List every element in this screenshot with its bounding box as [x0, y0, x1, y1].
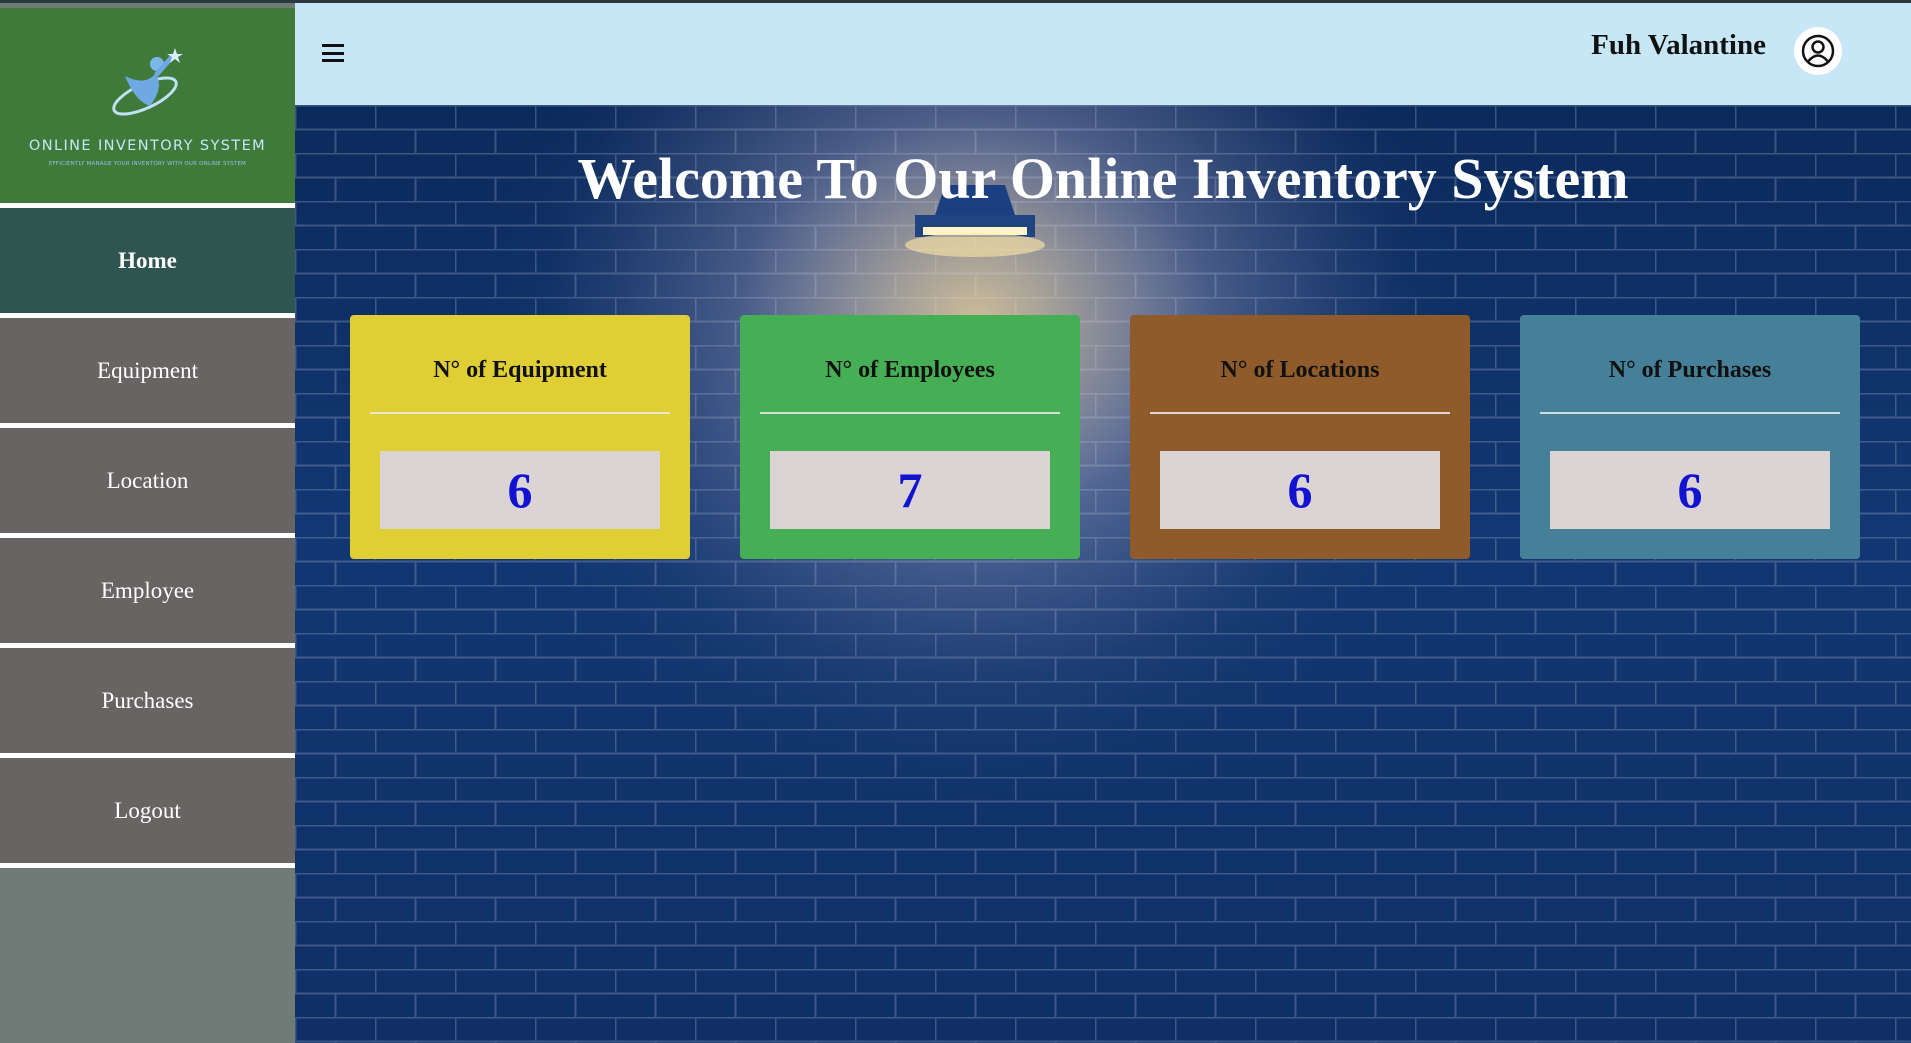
brick-wall-background — [295, 105, 1911, 1043]
avatar-glyph — [1801, 34, 1835, 68]
card-divider — [1150, 412, 1450, 414]
stat-card-purchases[interactable]: N° of Purchases 6 — [1520, 315, 1860, 559]
sidebar: ONLINE INVENTORY SYSTEM EFFICIENTLY MANA… — [0, 3, 295, 1043]
sidebar-item-label: Equipment — [97, 357, 198, 383]
hamburger-icon[interactable] — [322, 44, 344, 62]
card-value: 6 — [1550, 451, 1830, 529]
card-divider — [760, 412, 1060, 414]
sidebar-item-home[interactable]: Home — [0, 208, 295, 313]
stat-card-equipment[interactable]: N° of Equipment 6 — [350, 315, 690, 559]
sidebar-item-employee[interactable]: Employee — [0, 538, 295, 643]
sidebar-item-equipment[interactable]: Equipment — [0, 318, 295, 423]
card-value: 6 — [1160, 451, 1440, 529]
card-value: 7 — [770, 451, 1050, 529]
stat-card-locations[interactable]: N° of Locations 6 — [1130, 315, 1470, 559]
welcome-heading: Welcome To Our Online Inventory System — [577, 146, 1629, 211]
user-circle-icon[interactable] — [1794, 27, 1842, 75]
username: Fuh Valantine — [1591, 29, 1766, 61]
card-title: N° of Locations — [1220, 357, 1380, 383]
card-title: N° of Equipment — [433, 357, 607, 383]
logo-title: ONLINE INVENTORY SYSTEM — [28, 138, 267, 154]
sidebar-item-label: Location — [106, 467, 189, 493]
sidebar-item-location[interactable]: Location — [0, 428, 295, 533]
card-title: N° of Purchases — [1608, 357, 1772, 383]
top-header: Fuh Valantine — [295, 3, 1911, 105]
sidebar-item-label: Logout — [114, 797, 181, 823]
sidebar-item-logout[interactable]: Logout — [0, 758, 295, 863]
logo-subtitle: EFFICIENTLY MANAGE YOUR INVENTORY WITH O… — [48, 161, 247, 167]
sidebar-item-label: Home — [118, 247, 177, 273]
main-content: Welcome To Our Online Inventory System N… — [295, 105, 1911, 1043]
card-title: N° of Employees — [825, 357, 995, 383]
logo[interactable]: ONLINE INVENTORY SYSTEM EFFICIENTLY MANA… — [0, 8, 295, 203]
sidebar-item-purchases[interactable]: Purchases — [0, 648, 295, 753]
stat-card-employees[interactable]: N° of Employees 7 — [740, 315, 1080, 559]
app-window: ONLINE INVENTORY SYSTEM EFFICIENTLY MANA… — [0, 0, 1911, 1043]
card-divider — [370, 412, 670, 414]
logo-icon — [112, 48, 183, 116]
sidebar-item-label: Employee — [100, 577, 195, 603]
sidebar-item-label: Purchases — [101, 687, 194, 713]
card-divider — [1540, 412, 1840, 414]
card-value: 6 — [380, 451, 660, 529]
nav-divider — [0, 863, 295, 868]
